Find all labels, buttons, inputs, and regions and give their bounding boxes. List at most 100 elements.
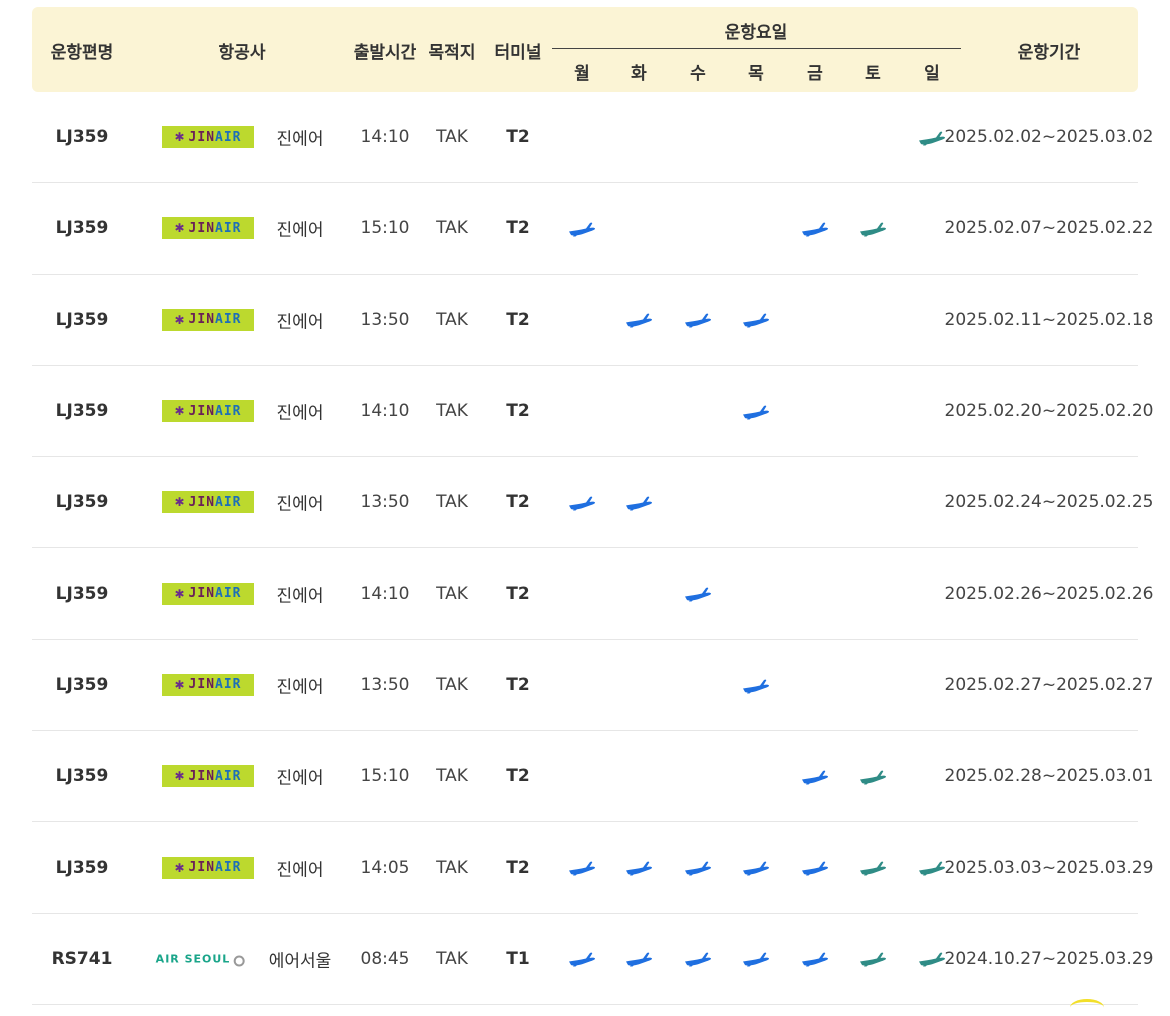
plane-icon-sat	[859, 769, 887, 790]
operation-period: 2025.02.26~2025.02.26	[944, 583, 1154, 604]
operation-period: 2025.03.03~2025.03.29	[944, 857, 1154, 878]
terminal-code: T2	[506, 492, 530, 513]
airline-name: 에어서울	[268, 951, 332, 972]
plane-icon-sat	[859, 952, 887, 973]
departure-time: 14:10	[360, 401, 410, 422]
day-header-thu: 목	[748, 64, 764, 84]
table-row: LJ359 ✱ JINAIR 진에어 13:50 TAK T2 2025.02.11~2025…	[32, 275, 1153, 366]
plane-icon-sun	[918, 861, 946, 882]
terminal-code: T2	[506, 766, 530, 787]
plane-icon-wed	[684, 587, 712, 608]
destination-code: TAK	[436, 492, 468, 513]
destination-code: TAK	[436, 309, 468, 330]
destination-code: TAK	[436, 401, 468, 422]
day-header-mon: 월	[574, 64, 590, 84]
jinair-logo-badge: ✱ JINAIR	[162, 582, 254, 605]
jinair-wordmark-air: AIR	[215, 220, 242, 236]
jinair-wordmark-jin: JIN	[188, 768, 216, 784]
table-row: LJ359 ✱ JINAIR 진에어 13:50 TAK T2 2025.02.24~2025…	[32, 457, 1153, 549]
plane-icon-thu	[742, 952, 770, 973]
operation-period: 2025.02.27~2025.02.27	[944, 674, 1154, 695]
destination-code: TAK	[436, 218, 468, 239]
plane-icon-tue	[625, 861, 653, 882]
plane-icon-wed	[684, 313, 712, 334]
jinair-wordmark-jin: JIN	[188, 220, 216, 236]
airline-name: 진에어	[276, 129, 324, 150]
jinair-wordmark: JINAIR	[189, 221, 242, 236]
plane-icon-tue	[625, 952, 653, 973]
jinair-wordmark-jin: JIN	[188, 677, 216, 693]
airline-name: 진에어	[276, 768, 324, 789]
plane-icon-tue	[625, 495, 653, 516]
butterfly-icon: ✱	[174, 221, 185, 236]
day-header-sat: 토	[865, 64, 881, 84]
table-row: LJ359 ✱ JINAIR 진에어 14:10 TAK T2 2025.02.02~2025…	[32, 92, 1153, 184]
jinair-logo: ✱ JINAIR	[162, 491, 254, 514]
table-row: LJ359 ✱ JINAIR 진에어 14:10 TAK T2 2025.02.20~2025…	[32, 366, 1153, 458]
col-header-departure: 출발시간	[353, 43, 417, 63]
departure-time: 14:10	[360, 127, 410, 148]
butterfly-icon: ✱	[174, 495, 185, 510]
jinair-logo-badge: ✱ JINAIR	[162, 491, 254, 514]
flight-number: LJ359	[55, 127, 109, 148]
terminal-code: T1	[506, 948, 530, 969]
departure-time: 08:45	[360, 948, 410, 969]
butterfly-icon: ✱	[174, 312, 185, 327]
table-row: LJ359 ✱ JINAIR 진에어 14:05 TAK T2 2025.03.03~2025…	[32, 822, 1153, 914]
terminal-code: T2	[506, 218, 530, 239]
table-row: RS741 AIR SEOUL 에어서울 08:45 TAK T1 2024.10.27~2…	[32, 914, 1153, 1005]
operation-period: 2025.02.28~2025.03.01	[944, 766, 1154, 787]
jinair-wordmark-air: AIR	[215, 312, 242, 328]
col-header-period: 운항기간	[1017, 43, 1081, 63]
plane-icon-thu	[742, 404, 770, 425]
departure-time: 13:50	[360, 674, 410, 695]
jinair-logo: ✱ JINAIR	[162, 856, 254, 879]
plane-icon-fri	[801, 222, 829, 243]
departure-time: 15:10	[360, 766, 410, 787]
airline-name: 진에어	[276, 494, 324, 515]
plane-icon-sat	[859, 861, 887, 882]
jinair-logo: ✱ JINAIR	[162, 400, 254, 423]
operation-period: 2024.10.27~2025.03.29	[944, 948, 1154, 969]
col-header-destination: 목적지	[428, 43, 476, 63]
operation-period: 2025.02.02~2025.03.02	[944, 127, 1154, 148]
flight-number: LJ359	[55, 583, 109, 604]
table-row: LJ359 ✱ JINAIR 진에어 13:50 TAK T2 2025.02.27~2025…	[32, 640, 1153, 732]
butterfly-icon: ✱	[174, 130, 185, 145]
plane-icon-fri	[801, 769, 829, 790]
terminal-code: T2	[506, 674, 530, 695]
airseoul-logo: AIR SEOUL	[155, 951, 245, 967]
airseoul-wordmark: AIR SEOUL	[155, 952, 231, 966]
operation-period: 2025.02.11~2025.02.18	[944, 309, 1154, 330]
departure-time: 15:10	[360, 218, 410, 239]
jinair-wordmark-air: AIR	[215, 129, 242, 145]
jinair-logo-badge: ✱ JINAIR	[162, 765, 254, 788]
plane-icon-sat	[859, 222, 887, 243]
flight-number: LJ359	[55, 766, 109, 787]
flight-number: RS741	[51, 948, 113, 969]
airline-name: 진에어	[276, 220, 324, 241]
jinair-logo: ✱ JINAIR	[162, 582, 254, 605]
jinair-wordmark-jin: JIN	[188, 403, 216, 419]
jinair-logo-badge: ✱ JINAIR	[162, 126, 254, 149]
flight-number: LJ359	[55, 218, 109, 239]
flight-number: LJ359	[55, 857, 109, 878]
jinair-wordmark-air: AIR	[215, 494, 242, 510]
jinair-logo-badge: ✱ JINAIR	[162, 400, 254, 423]
flight-number: LJ359	[55, 674, 109, 695]
terminal-code: T2	[506, 309, 530, 330]
jinair-wordmark: JINAIR	[189, 860, 242, 875]
jinair-logo: ✱ JINAIR	[162, 126, 254, 149]
jinair-logo-badge: ✱ JINAIR	[162, 217, 254, 240]
departure-time: 13:50	[360, 309, 410, 330]
plane-icon-thu	[742, 861, 770, 882]
jinair-wordmark-jin: JIN	[188, 586, 216, 602]
jinair-wordmark: JINAIR	[189, 404, 242, 419]
plane-icon-mon	[568, 952, 596, 973]
jinair-wordmark-air: AIR	[215, 860, 242, 876]
table-row: LJ359 ✱ JINAIR 진에어 15:10 TAK T2 2025.02.28~2025…	[32, 731, 1153, 823]
jinair-logo: ✱ JINAIR	[162, 217, 254, 240]
airline-name: 진에어	[276, 403, 324, 424]
destination-code: TAK	[436, 583, 468, 604]
plane-icon-mon	[568, 861, 596, 882]
